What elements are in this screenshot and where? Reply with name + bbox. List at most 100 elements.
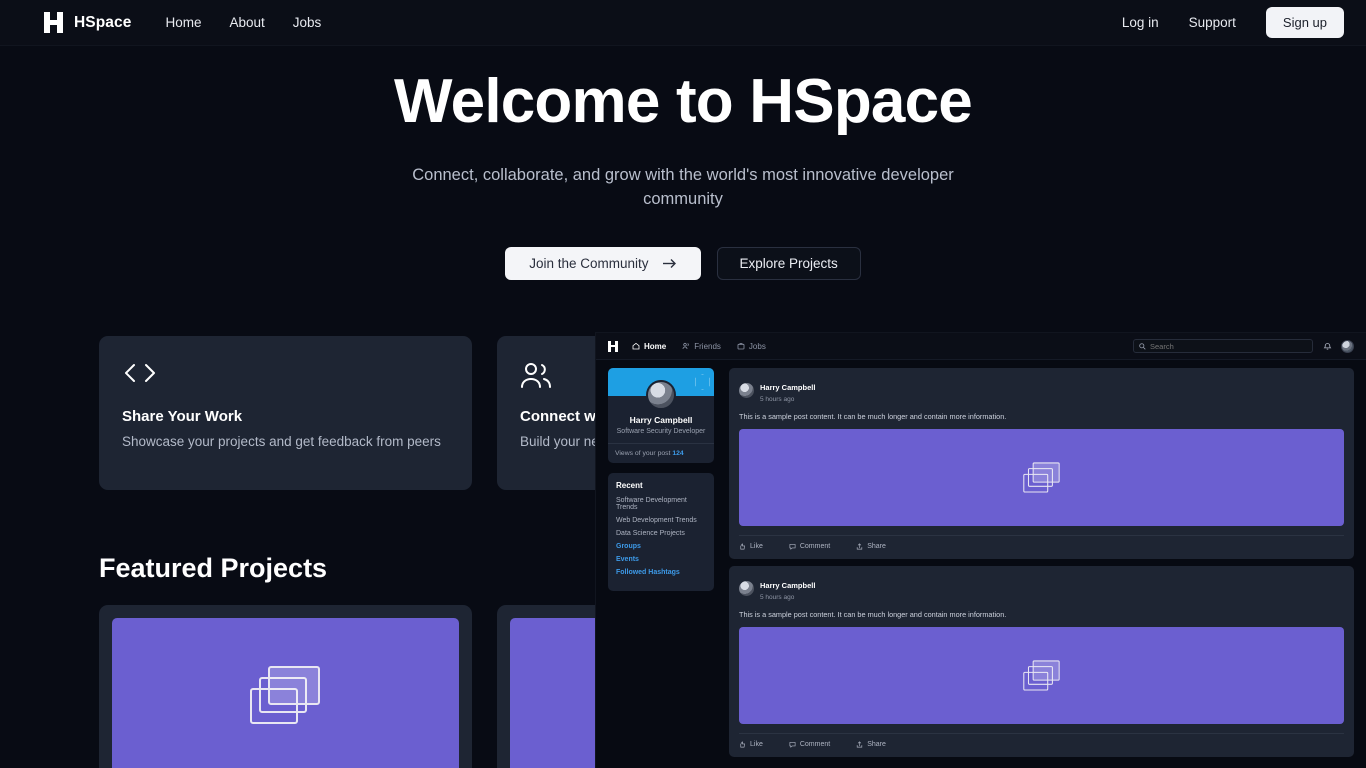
project-card[interactable] <box>99 605 472 768</box>
featured-projects-heading: Featured Projects <box>99 553 328 583</box>
post-action-label: Like <box>750 741 763 748</box>
join-community-label: Join the Community <box>529 256 649 271</box>
post-views-label: Views of your post <box>615 450 671 457</box>
app-nav-item-jobs[interactable]: Jobs <box>737 342 766 351</box>
landing-page: HSpace Home About Jobs Log in Support Si… <box>0 0 1366 768</box>
join-community-button[interactable]: Join the Community <box>505 247 701 280</box>
top-navigation-bar: HSpace Home About Jobs Log in Support Si… <box>0 0 1366 46</box>
support-link[interactable]: Support <box>1189 15 1236 30</box>
app-nav-label: Jobs <box>748 341 766 351</box>
app-body: Harry Campbell Software Security Develop… <box>596 360 1366 764</box>
post-actions: Like Comment Share <box>739 535 1344 550</box>
hero-section: Welcome to HSpace Connect, collaborate, … <box>0 46 1366 280</box>
app-nav-label: Friends <box>694 341 721 351</box>
recent-item-web-development-trends[interactable]: Web Development Trends <box>616 517 706 524</box>
hero-subtitle: Connect, collaborate, and grow with the … <box>412 166 954 208</box>
feature-description: Showcase your projects and get feedback … <box>122 434 441 449</box>
home-icon <box>632 342 640 350</box>
sidebar-link-groups[interactable]: Groups <box>616 543 706 550</box>
app-top-bar: Home Friends Jobs <box>596 333 1366 360</box>
thumbs-up-icon <box>739 741 746 748</box>
brand-name: HSpace <box>74 13 132 31</box>
profile-post-views: Views of your post 124 <box>608 443 714 463</box>
post-header: Harry Campbell 5 hours ago <box>739 377 1344 403</box>
app-user-avatar[interactable] <box>1341 339 1354 353</box>
post-share-button[interactable]: Share <box>856 741 886 748</box>
sidebar-link-followed-hashtags[interactable]: Followed Hashtags <box>616 569 706 576</box>
nav-item-jobs[interactable]: Jobs <box>293 15 322 30</box>
feature-card-share-your-work[interactable]: Share Your Work Showcase your projects a… <box>99 336 472 490</box>
post-action-label: Comment <box>799 543 831 550</box>
hspace-logo-icon <box>44 12 63 33</box>
friends-icon <box>682 342 690 350</box>
post-author-name: Harry Campbell <box>760 383 816 392</box>
post-timestamp: 5 hours ago <box>760 594 795 601</box>
post-like-button[interactable]: Like <box>739 741 763 748</box>
hspace-logo-icon <box>608 340 618 352</box>
post-header: Harry Campbell 5 hours ago <box>739 575 1344 601</box>
recent-item-software-development-trends[interactable]: Software Development Trends <box>616 497 706 511</box>
sidebar-link-events[interactable]: Events <box>616 556 706 563</box>
code-brackets-icon <box>122 362 449 392</box>
post-comment-button[interactable]: Comment <box>789 543 830 550</box>
signup-button[interactable]: Sign up <box>1265 7 1344 38</box>
post-actions: Like Comment Share <box>739 733 1344 748</box>
recent-panel: Recent Software Development Trends Web D… <box>608 473 714 591</box>
post-action-label: Comment <box>799 741 831 748</box>
stacked-images-icon <box>1022 659 1060 691</box>
hero-title: Welcome to HSpace <box>394 67 973 136</box>
post-body-text: This is a sample post content. It can be… <box>739 610 1007 619</box>
thumbs-up-icon <box>739 543 746 550</box>
project-thumbnail <box>112 618 459 768</box>
app-nav-item-home[interactable]: Home <box>632 342 666 351</box>
arrow-right-icon <box>662 258 677 269</box>
post-like-button[interactable]: Like <box>739 543 763 550</box>
comment-icon <box>789 543 796 550</box>
profile-cover-image <box>608 368 714 410</box>
post-action-label: Share <box>867 741 886 748</box>
recent-heading: Recent <box>616 481 643 490</box>
post-author-avatar[interactable] <box>739 382 754 398</box>
profile-role: Software Security Developer <box>616 428 706 435</box>
post-image <box>739 627 1344 724</box>
post-action-label: Like <box>750 543 763 550</box>
bell-icon[interactable] <box>1323 342 1332 351</box>
stacked-images-icon <box>249 665 322 726</box>
post-author-avatar[interactable] <box>739 580 754 596</box>
app-preview-overlay: Home Friends Jobs Search Harry Campbell … <box>596 333 1366 768</box>
nav-right-actions: Log in Support Sign up <box>1122 7 1344 38</box>
post-image <box>739 429 1344 526</box>
login-link[interactable]: Log in <box>1122 15 1159 30</box>
post-action-label: Share <box>867 543 886 550</box>
comment-icon <box>789 741 796 748</box>
nav-item-home[interactable]: Home <box>165 15 201 30</box>
feed-post: Harry Campbell 5 hours ago This is a sam… <box>729 566 1354 757</box>
app-nav-item-friends[interactable]: Friends <box>682 342 721 351</box>
recent-item-data-science-projects[interactable]: Data Science Projects <box>616 530 706 537</box>
share-icon <box>856 543 863 550</box>
primary-nav-links: Home About Jobs <box>165 15 321 30</box>
profile-card: Harry Campbell Software Security Develop… <box>608 368 714 463</box>
profile-avatar[interactable] <box>646 380 676 410</box>
brand[interactable]: HSpace <box>44 12 131 33</box>
hexagon-decoration-icon <box>695 374 710 390</box>
explore-projects-button[interactable]: Explore Projects <box>716 247 861 280</box>
app-search-box[interactable] <box>1133 339 1313 353</box>
feed-post: Harry Campbell 5 hours ago This is a sam… <box>729 368 1354 559</box>
app-search-input[interactable] <box>1150 341 1307 351</box>
post-body-text: This is a sample post content. It can be… <box>739 412 1007 421</box>
stacked-images-icon <box>1022 461 1060 493</box>
post-timestamp: 5 hours ago <box>760 396 795 403</box>
app-sidebar: Harry Campbell Software Security Develop… <box>608 368 714 764</box>
post-comment-button[interactable]: Comment <box>789 741 830 748</box>
post-share-button[interactable]: Share <box>856 543 886 550</box>
nav-item-about[interactable]: About <box>229 15 264 30</box>
post-views-count: 124 <box>672 450 684 457</box>
feature-title: Share Your Work <box>122 408 243 425</box>
share-icon <box>856 741 863 748</box>
profile-name: Harry Campbell <box>629 415 693 425</box>
briefcase-icon <box>737 342 745 350</box>
app-nav-label: Home <box>644 341 667 351</box>
hero-actions: Join the Community Explore Projects <box>0 247 1366 280</box>
post-author-name: Harry Campbell <box>760 581 816 590</box>
